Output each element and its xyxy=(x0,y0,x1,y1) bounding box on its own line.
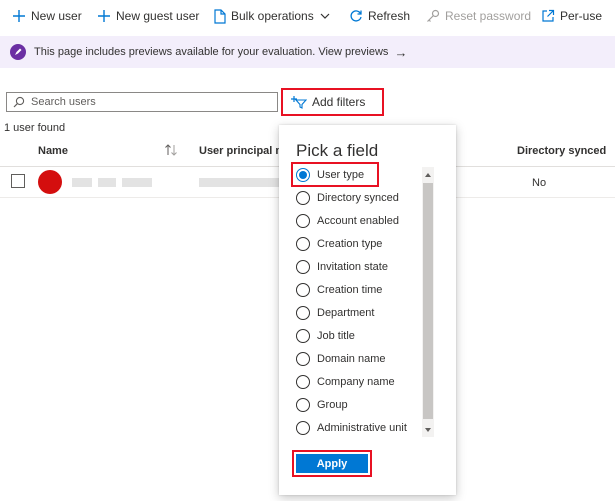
add-filter-icon xyxy=(291,95,307,109)
pick-field-panel: Pick a field User type Directory synced … xyxy=(279,125,456,495)
field-option-company-name[interactable]: Company name xyxy=(296,373,395,391)
banner-text: This page includes previews available fo… xyxy=(34,46,389,58)
radio-icon[interactable] xyxy=(296,375,310,389)
panel-title: Pick a field xyxy=(296,141,379,160)
radio-selected-icon[interactable] xyxy=(296,168,310,182)
option-label: User type xyxy=(317,169,365,181)
field-option-administrative-unit[interactable]: Administrative unit xyxy=(296,419,407,437)
field-option-job-title[interactable]: Job title xyxy=(296,327,355,345)
command-bar: New user New guest user Bulk operations … xyxy=(0,0,615,32)
scrollbar-thumb[interactable] xyxy=(423,183,433,419)
option-label: Administrative unit xyxy=(317,422,407,434)
radio-icon[interactable] xyxy=(296,398,310,412)
radio-icon[interactable] xyxy=(296,260,310,274)
plus-icon xyxy=(97,9,111,23)
redacted-name xyxy=(122,178,152,187)
column-header-name[interactable]: Name xyxy=(38,145,68,157)
scroll-down-icon[interactable] xyxy=(425,428,431,432)
cell-directory-synced: No xyxy=(532,177,547,189)
radio-icon[interactable] xyxy=(296,237,310,251)
redacted-name xyxy=(98,178,116,187)
option-label: Domain name xyxy=(317,353,386,365)
redacted-name xyxy=(72,178,92,187)
avatar xyxy=(38,170,62,194)
new-user-button[interactable]: New user xyxy=(12,7,82,25)
field-option-group[interactable]: Group xyxy=(296,396,348,414)
row-checkbox[interactable] xyxy=(11,174,25,188)
bulk-operations-button[interactable]: Bulk operations xyxy=(214,7,330,25)
field-option-creation-type[interactable]: Creation type xyxy=(296,235,382,253)
result-count: 1 user found xyxy=(4,122,66,134)
rocket-icon xyxy=(10,44,26,60)
document-icon xyxy=(214,8,226,24)
scroll-up-icon[interactable] xyxy=(425,173,431,177)
option-label: Account enabled xyxy=(317,215,399,227)
radio-icon[interactable] xyxy=(296,306,310,320)
column-header-upn[interactable]: User principal n xyxy=(199,145,279,157)
view-previews-arrow[interactable]: → xyxy=(394,45,407,60)
field-option-domain-name[interactable]: Domain name xyxy=(296,350,385,368)
per-user-label: Per-use xyxy=(560,9,603,23)
field-option-user-type[interactable]: User type xyxy=(296,166,364,184)
radio-icon[interactable] xyxy=(296,191,310,205)
search-box[interactable] xyxy=(6,92,278,112)
external-link-icon xyxy=(541,9,555,23)
new-guest-user-button[interactable]: New guest user xyxy=(97,7,199,25)
option-label: Job title xyxy=(317,330,355,342)
option-label: Invitation state xyxy=(317,261,388,273)
sort-icon[interactable] xyxy=(164,144,178,159)
apply-button[interactable]: Apply xyxy=(296,454,368,473)
option-label: Creation type xyxy=(317,238,383,250)
radio-icon[interactable] xyxy=(296,421,310,435)
reset-password-button[interactable]: Reset password xyxy=(426,7,531,25)
refresh-label: Refresh xyxy=(368,9,411,23)
radio-icon[interactable] xyxy=(296,283,310,297)
per-user-mfa-button[interactable]: Per-use xyxy=(541,7,602,25)
field-option-directory-synced[interactable]: Directory synced xyxy=(296,189,399,207)
radio-icon[interactable] xyxy=(296,329,310,343)
option-label: Company name xyxy=(317,376,395,388)
redacted-upn xyxy=(199,178,279,187)
option-label: Directory synced xyxy=(317,192,399,204)
column-header-directory-synced[interactable]: Directory synced xyxy=(517,145,615,157)
key-icon xyxy=(426,9,440,23)
field-option-creation-time[interactable]: Creation time xyxy=(296,281,382,299)
new-guest-user-label: New guest user xyxy=(116,9,200,23)
refresh-icon xyxy=(349,9,363,23)
preview-banner: This page includes previews available fo… xyxy=(0,36,615,68)
option-label: Creation time xyxy=(317,284,383,296)
option-label: Department xyxy=(317,307,375,319)
add-filters-button[interactable]: Add filters xyxy=(281,88,384,116)
search-input[interactable] xyxy=(29,95,273,109)
refresh-button[interactable]: Refresh xyxy=(349,7,410,25)
new-user-label: New user xyxy=(31,9,82,23)
search-icon xyxy=(13,96,25,108)
radio-icon[interactable] xyxy=(296,214,310,228)
field-option-account-enabled[interactable]: Account enabled xyxy=(296,212,399,230)
bulk-operations-label: Bulk operations xyxy=(231,9,314,23)
chevron-down-icon xyxy=(320,13,330,19)
add-filters-label: Add filters xyxy=(312,95,366,109)
plus-icon xyxy=(12,9,26,23)
reset-password-label: Reset password xyxy=(445,9,532,23)
field-option-invitation-state[interactable]: Invitation state xyxy=(296,258,388,276)
radio-icon[interactable] xyxy=(296,352,310,366)
field-option-department[interactable]: Department xyxy=(296,304,374,322)
option-label: Group xyxy=(317,399,348,411)
